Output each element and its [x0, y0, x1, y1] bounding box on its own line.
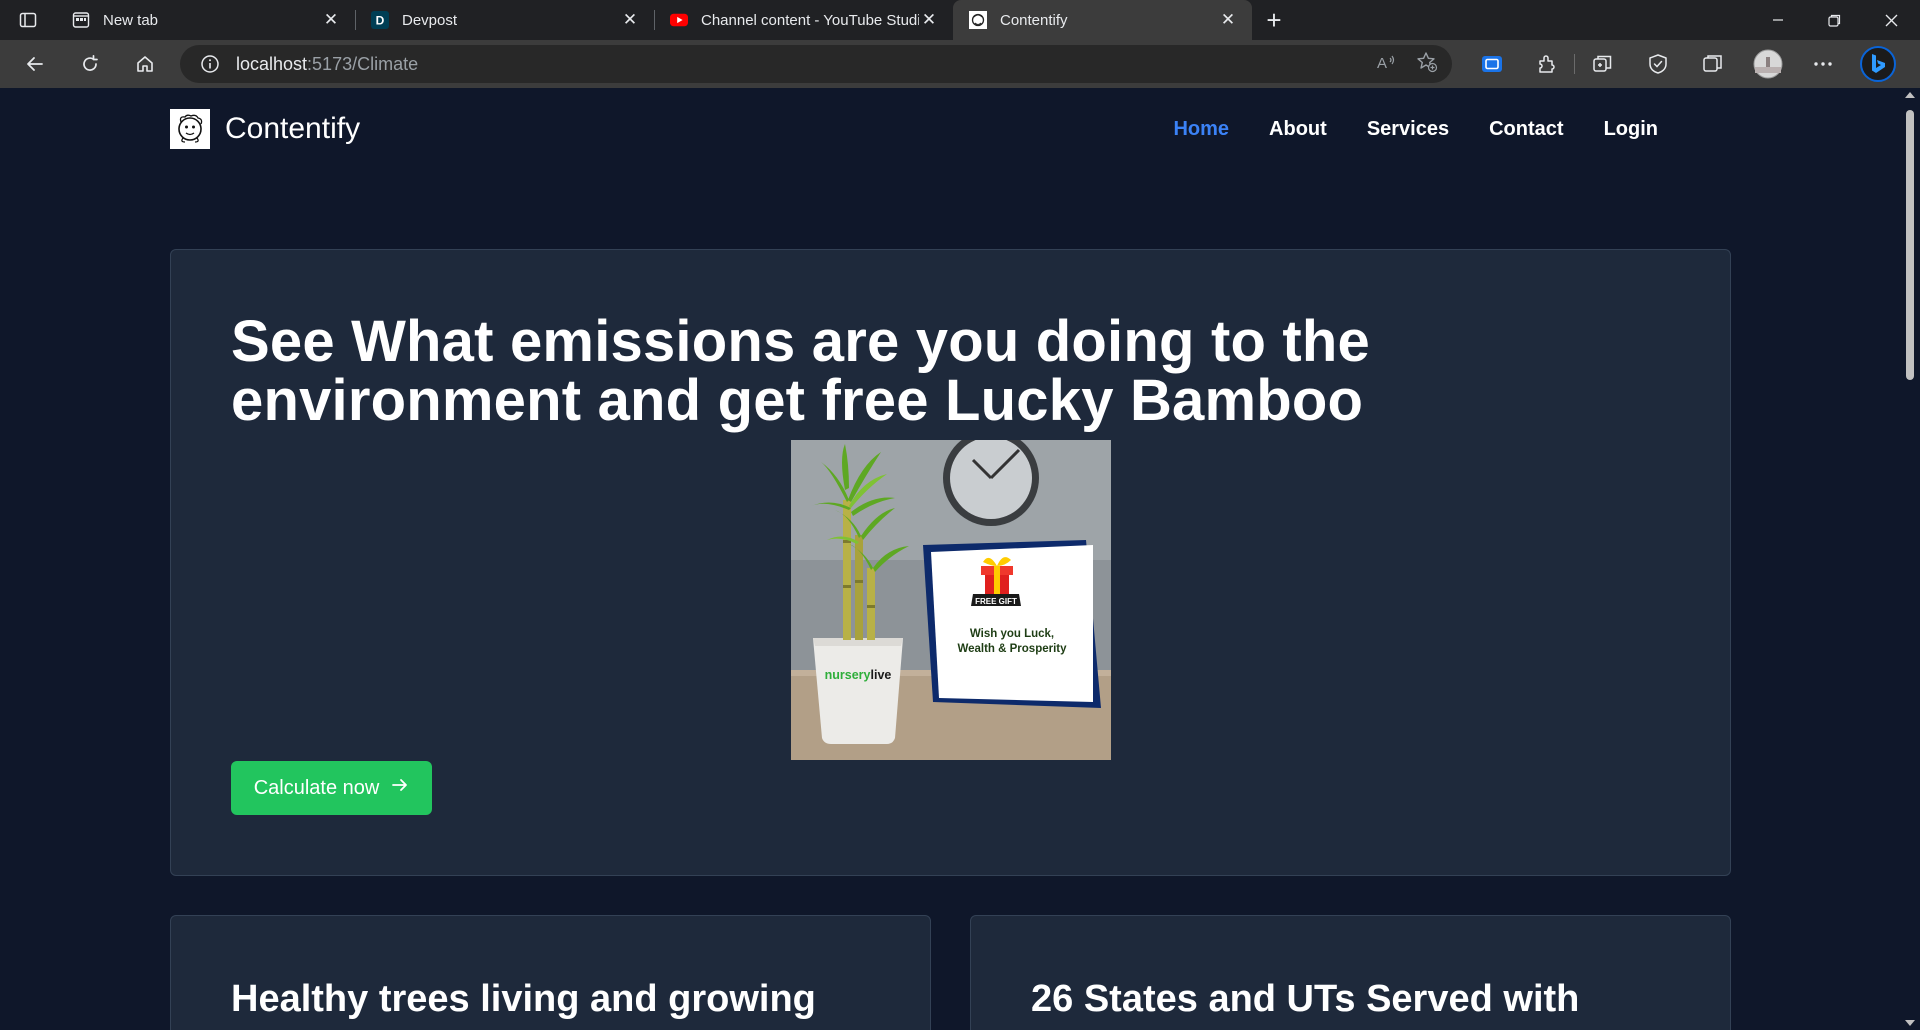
newtab-icon: [72, 11, 90, 29]
tab-title: Channel content - YouTube Studio: [701, 11, 919, 29]
nav-link-login[interactable]: Login: [1604, 118, 1658, 141]
hero-panel: See What emissions are you doing to the …: [170, 249, 1731, 876]
browser-essentials-icon[interactable]: [1630, 40, 1685, 88]
scroll-down-icon[interactable]: [1905, 1020, 1915, 1026]
card-line-2: Wealth & Prosperity: [957, 643, 1067, 655]
tab-contentify[interactable]: Contentify ✕: [953, 0, 1252, 40]
site-header: Contentify Home About Services Contact L…: [170, 108, 1690, 150]
profile-avatar-icon[interactable]: [1740, 40, 1795, 88]
tab-new-tab[interactable]: New tab ✕: [56, 0, 355, 40]
brand-name[interactable]: Contentify: [225, 112, 360, 146]
card-line-1: Wish you Luck,: [970, 628, 1054, 640]
close-window-icon[interactable]: [1863, 0, 1920, 40]
stat-card-heading: Healthy trees living and growing: [231, 978, 816, 1020]
stat-card-heading: 26 States and UTs Served with: [1031, 978, 1580, 1020]
nav-link-services[interactable]: Services: [1367, 118, 1449, 141]
tab-title: New tab: [103, 11, 159, 29]
split-screen-icon[interactable]: [1685, 40, 1740, 88]
svg-text:nurserylive: nurserylive: [825, 668, 892, 682]
url-host: localhost: [236, 53, 308, 74]
window-controls: [1749, 0, 1920, 40]
refresh-icon[interactable]: [62, 40, 117, 88]
browser-tab-bar: New tab ✕ D Devpost ✕ Channel content - …: [0, 0, 1920, 40]
more-options-icon[interactable]: [1795, 40, 1850, 88]
nav-link-contact[interactable]: Contact: [1489, 118, 1563, 141]
copilot-bing-icon[interactable]: [1850, 40, 1905, 88]
hero-heading: See What emissions are you doing to the …: [231, 309, 1370, 433]
stat-card-trees: Healthy trees living and growing: [170, 915, 931, 1030]
restore-icon[interactable]: [1806, 0, 1863, 40]
page-scrollbar[interactable]: [1900, 88, 1920, 1030]
collections-icon[interactable]: [1575, 40, 1630, 88]
browser-toolbar: localhost:5173/Climate A: [0, 40, 1920, 88]
tab-title: Devpost: [402, 11, 458, 29]
close-icon[interactable]: ✕: [620, 10, 640, 30]
back-icon[interactable]: [7, 40, 62, 88]
devpost-icon: D: [371, 11, 389, 29]
scroll-up-icon[interactable]: [1905, 92, 1915, 98]
contentify-icon: [969, 11, 987, 29]
page-viewport: Contentify Home About Services Contact L…: [0, 88, 1900, 1030]
home-icon[interactable]: [117, 40, 172, 88]
nav-link-home[interactable]: Home: [1173, 118, 1229, 141]
lucky-bamboo-product-image: nurserylive FREE GIFT Wish you Luck, Wea…: [791, 440, 1111, 760]
main-nav: Home About Services Contact Login: [1173, 118, 1658, 141]
close-icon[interactable]: ✕: [1218, 10, 1238, 30]
youtube-icon: [670, 11, 688, 29]
svg-text:A: A: [1377, 55, 1387, 72]
calculate-now-label: Calculate now: [253, 776, 380, 799]
pot-brand-prefix: nursery: [825, 668, 871, 682]
stat-card-states: 26 States and UTs Served with: [970, 915, 1731, 1030]
favorite-add-icon[interactable]: [1416, 51, 1438, 78]
svg-text:D: D: [376, 14, 385, 28]
new-tab-icon[interactable]: +: [1252, 0, 1296, 40]
calculate-now-button[interactable]: Calculate now: [231, 761, 432, 815]
close-icon[interactable]: ✕: [321, 10, 341, 30]
free-gift-badge: FREE GIFT: [975, 597, 1017, 606]
screen-capture-icon[interactable]: [1464, 40, 1519, 88]
arrow-right-icon: [391, 776, 409, 800]
scrollbar-thumb[interactable]: [1906, 110, 1914, 380]
tab-actions-icon[interactable]: [0, 0, 56, 40]
brand-logo[interactable]: [170, 109, 210, 149]
minimize-icon[interactable]: [1749, 0, 1806, 40]
tab-title: Contentify: [1000, 11, 1068, 29]
close-icon[interactable]: ✕: [919, 10, 939, 30]
url-path: :5173/Climate: [307, 53, 419, 74]
tab-youtube-studio[interactable]: Channel content - YouTube Studio ✕: [654, 0, 953, 40]
pot-brand-suffix: live: [871, 668, 892, 682]
extensions-icon[interactable]: [1519, 40, 1574, 88]
tab-devpost[interactable]: D Devpost ✕: [355, 0, 654, 40]
site-info-icon[interactable]: [200, 54, 220, 74]
address-bar[interactable]: localhost:5173/Climate A: [180, 45, 1452, 83]
read-aloud-icon[interactable]: A: [1376, 52, 1398, 77]
nav-link-about[interactable]: About: [1269, 118, 1327, 141]
